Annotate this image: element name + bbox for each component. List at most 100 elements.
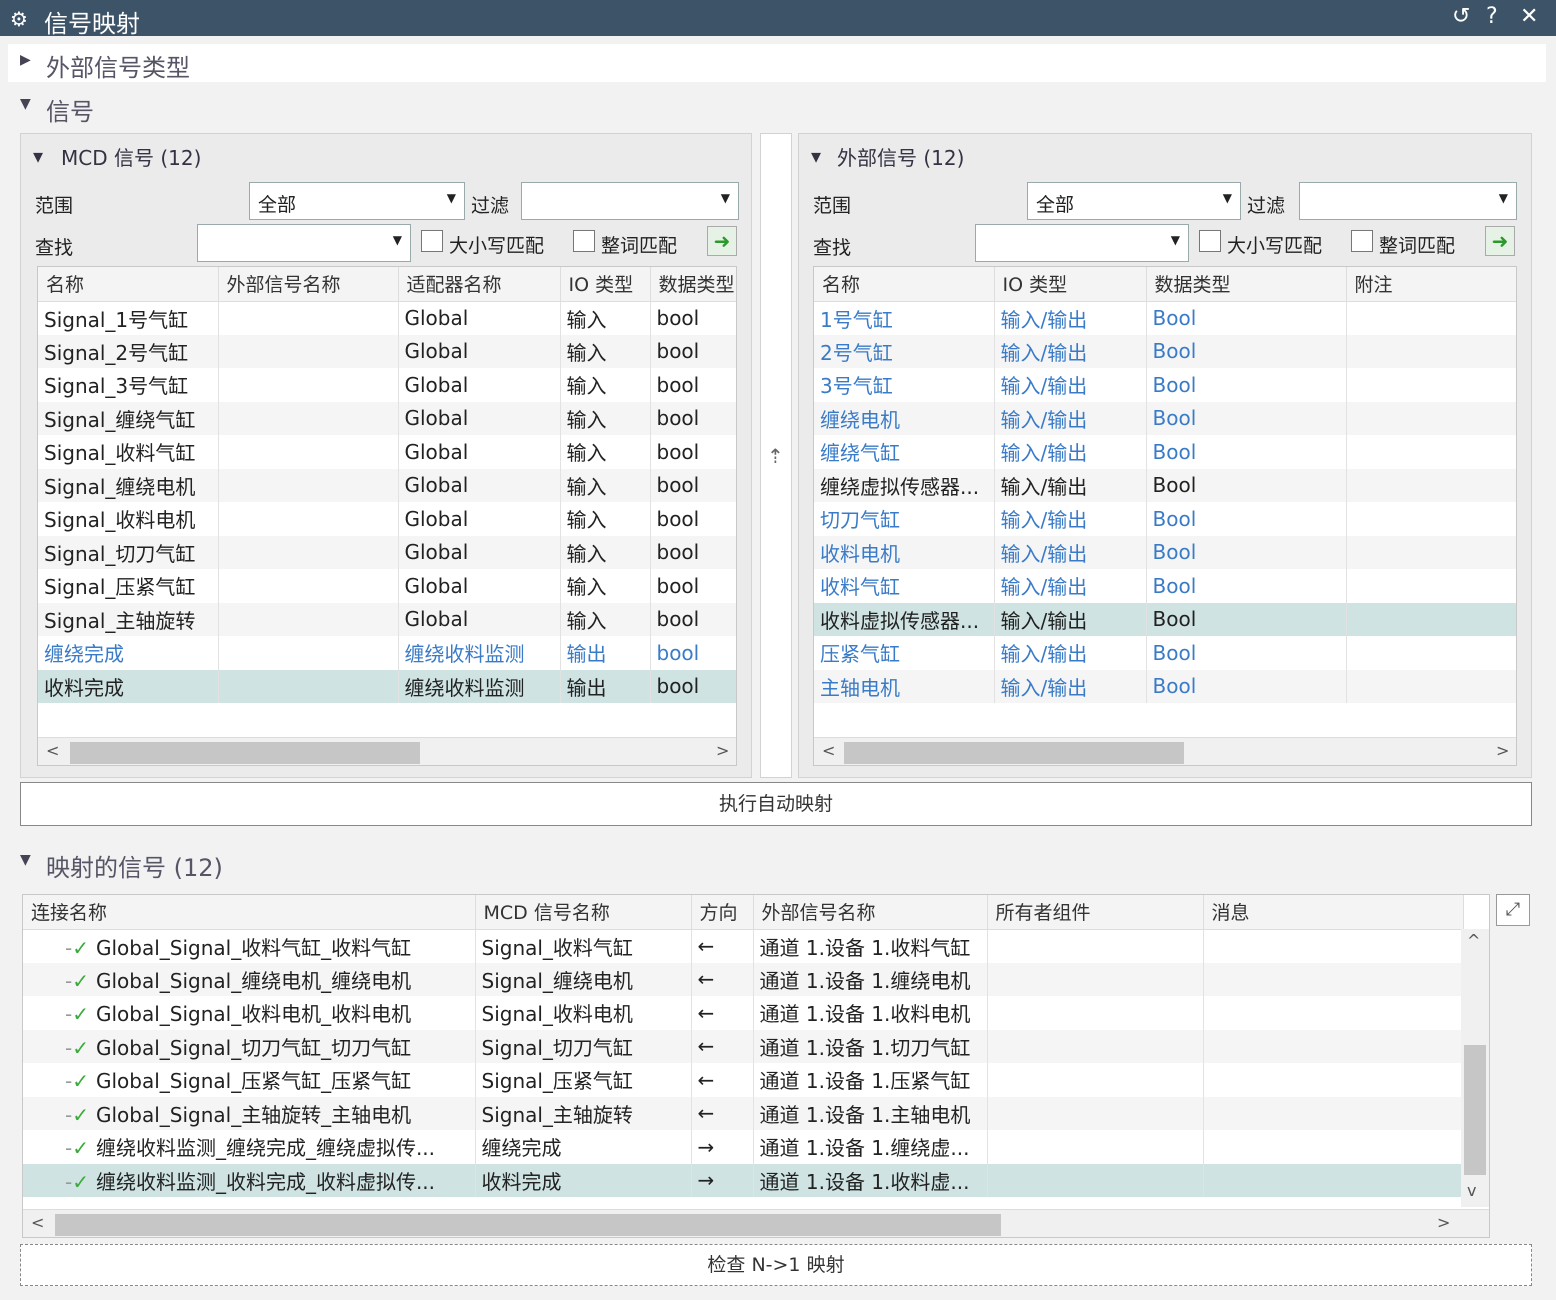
scroll-up-icon[interactable]: ^ <box>1467 931 1480 950</box>
column-header[interactable]: 外部信号名称 <box>218 267 399 302</box>
scroll-right-icon[interactable]: > <box>1437 1213 1450 1232</box>
whole-word-checkbox[interactable] <box>573 230 595 252</box>
table-cell: Bool <box>1146 502 1347 536</box>
table-row[interactable]: Signal_1号气缸 Global 输入 bool <box>38 301 736 335</box>
table-row[interactable]: -✓ Global_Signal_缠绕电机_缠绕电机 Signal_缠绕电机 ← 通道… <box>23 962 1464 996</box>
table-row[interactable]: Signal_主轴旋转 Global 输入 bool <box>38 602 736 636</box>
column-header[interactable]: IO 类型 <box>560 267 651 302</box>
table-row[interactable]: 2号气缸 输入/输出 Bool <box>814 334 1516 368</box>
table-row[interactable]: Signal_缠绕电机 Global 输入 bool <box>38 468 736 502</box>
column-header[interactable]: 数据类型 <box>1146 267 1347 302</box>
filter-select[interactable]: ▼ <box>521 182 739 220</box>
collapse-arrow-icon[interactable]: ▾ <box>33 144 43 168</box>
table-row[interactable]: -✓ Global_Signal_收料电机_收料电机 Signal_收料电机 ← 通道… <box>23 996 1464 1030</box>
scrollbar-thumb[interactable] <box>70 742 420 764</box>
scroll-down-icon[interactable]: v <box>1467 1181 1476 1200</box>
help-icon[interactable]: ? <box>1486 4 1498 29</box>
table-row[interactable]: 切刀气缸 输入/输出 Bool <box>814 502 1516 536</box>
table-cell: 通道 1.设备 1.缠绕电机 <box>753 962 988 996</box>
column-header[interactable]: 附注 <box>1346 267 1516 302</box>
scroll-right-icon[interactable]: > <box>716 741 729 760</box>
scroll-left-icon[interactable]: < <box>46 741 59 760</box>
section-mapped-signals[interactable]: ▼ 映射的信号 (12) <box>8 844 1546 882</box>
table-cell <box>218 435 399 469</box>
column-header[interactable]: 数据类型 <box>650 267 736 302</box>
horizontal-scrollbar[interactable]: < > <box>38 737 736 765</box>
expand-arrow-icon[interactable]: ▶ <box>20 52 31 68</box>
column-header[interactable]: 外部信号名称 <box>753 895 988 930</box>
column-settings-icon[interactable]: ⤢ <box>1496 894 1530 926</box>
section-signals[interactable]: ▼ 信号 <box>8 88 1546 126</box>
search-go-icon[interactable]: ➜ <box>707 226 737 256</box>
find-input[interactable]: ▼ <box>197 224 411 262</box>
table-row[interactable]: 1号气缸 输入/输出 Bool <box>814 301 1516 335</box>
table-row[interactable]: 压紧气缸 输入/输出 Bool <box>814 636 1516 670</box>
pin-icon[interactable]: ⇡ <box>767 444 784 468</box>
table-row[interactable]: Signal_收料气缸 Global 输入 bool <box>38 435 736 469</box>
table-row[interactable]: Signal_收料电机 Global 输入 bool <box>38 502 736 536</box>
scrollbar-thumb[interactable] <box>55 1214 1001 1236</box>
filter-select[interactable]: ▼ <box>1299 182 1517 220</box>
table-cell: 压紧气缸 <box>814 636 995 670</box>
table-row[interactable]: Signal_缠绕气缸 Global 输入 bool <box>38 401 736 435</box>
collapse-arrow-icon[interactable]: ▾ <box>811 144 821 168</box>
scope-select[interactable]: 全部 ▼ <box>249 182 465 220</box>
table-row[interactable]: -✓ Global_Signal_主轴旋转_主轴电机 Signal_主轴旋转 ← 通道… <box>23 1096 1464 1130</box>
table-row[interactable]: 收料气缸 输入/输出 Bool <box>814 569 1516 603</box>
scope-select[interactable]: 全部 ▼ <box>1027 182 1241 220</box>
collapse-arrow-icon[interactable]: ▼ <box>20 96 31 112</box>
table-row[interactable]: Signal_3号气缸 Global 输入 bool <box>38 368 736 402</box>
table-cell <box>987 1130 1204 1164</box>
close-icon[interactable]: ✕ <box>1520 4 1538 29</box>
column-header[interactable]: 方向 <box>691 895 754 930</box>
column-header[interactable]: 名称 <box>38 267 219 302</box>
table-cell: bool <box>650 468 736 502</box>
whole-word-checkbox[interactable] <box>1351 230 1373 252</box>
table-cell: Bool <box>1146 535 1347 569</box>
case-match-checkbox[interactable] <box>1199 230 1221 252</box>
find-input[interactable]: ▼ <box>975 224 1189 262</box>
table-row[interactable]: Signal_2号气缸 Global 输入 bool <box>38 334 736 368</box>
table-row[interactable]: 3号气缸 输入/输出 Bool <box>814 368 1516 402</box>
horizontal-scrollbar[interactable]: < > <box>814 737 1516 765</box>
vertical-scrollbar[interactable]: ^ v <box>1461 929 1489 1207</box>
column-header[interactable]: 连接名称 <box>23 895 476 930</box>
table-row[interactable]: 缠绕完成 缠绕收料监测 输出 bool <box>38 636 736 670</box>
column-header[interactable]: IO 类型 <box>994 267 1147 302</box>
table-row[interactable]: Signal_压紧气缸 Global 输入 bool <box>38 569 736 603</box>
table-row[interactable]: -✓ Global_Signal_压紧气缸_压紧气缸 Signal_压紧气缸 ← 通道… <box>23 1063 1464 1097</box>
table-row[interactable]: -✓ Global_Signal_切刀气缸_切刀气缸 Signal_切刀气缸 ← 通道… <box>23 1029 1464 1063</box>
table-row[interactable]: 缠绕虚拟传感器... 输入/输出 Bool <box>814 468 1516 502</box>
check-n-to-1-button[interactable]: 检查 N->1 映射 <box>20 1244 1532 1286</box>
table-row[interactable]: 缠绕气缸 输入/输出 Bool <box>814 435 1516 469</box>
table-row[interactable]: -✓ Global_Signal_收料气缸_收料气缸 Signal_收料气缸 ← 通道… <box>23 929 1464 963</box>
column-header[interactable]: MCD 信号名称 <box>475 895 692 930</box>
column-header[interactable]: 名称 <box>814 267 995 302</box>
scroll-left-icon[interactable]: < <box>822 741 835 760</box>
panel-splitter[interactable]: ⇡ <box>760 133 792 778</box>
section-external-signal-types[interactable]: ▶ 外部信号类型 <box>8 44 1546 82</box>
search-go-icon[interactable]: ➜ <box>1485 226 1515 256</box>
table-row[interactable]: -✓ 缠绕收料监测_缠绕完成_缠绕虚拟传... 缠绕完成 → 通道 1.设备 1.缠绕… <box>23 1130 1464 1164</box>
column-header[interactable]: 适配器名称 <box>398 267 561 302</box>
column-header[interactable]: 消息 <box>1203 895 1464 930</box>
scrollbar-thumb[interactable] <box>844 742 1184 764</box>
table-cell <box>218 602 399 636</box>
column-header[interactable]: 所有者组件 <box>987 895 1204 930</box>
case-match-checkbox[interactable] <box>421 230 443 252</box>
table-row[interactable]: 主轴电机 输入/输出 Bool <box>814 669 1516 703</box>
collapse-arrow-icon[interactable]: ▼ <box>20 852 31 868</box>
table-row[interactable]: 收料完成 缠绕收料监测 输出 bool <box>38 669 736 703</box>
table-row[interactable]: 收料虚拟传感器... 输入/输出 Bool <box>814 602 1516 636</box>
auto-map-button[interactable]: 执行自动映射 <box>20 782 1532 826</box>
horizontal-scrollbar[interactable]: < > <box>23 1209 1489 1237</box>
table-cell: 缠绕电机 <box>814 401 995 435</box>
table-row[interactable]: -✓ 缠绕收料监测_收料完成_收料虚拟传... 收料完成 → 通道 1.设备 1.收料… <box>23 1163 1464 1197</box>
table-row[interactable]: Signal_切刀气缸 Global 输入 bool <box>38 535 736 569</box>
table-row[interactable]: 收料电机 输入/输出 Bool <box>814 535 1516 569</box>
table-row[interactable]: 缠绕电机 输入/输出 Bool <box>814 401 1516 435</box>
scroll-left-icon[interactable]: < <box>31 1213 44 1232</box>
scrollbar-thumb[interactable] <box>1464 1045 1486 1175</box>
reset-icon[interactable]: ↺ <box>1452 4 1470 29</box>
scroll-right-icon[interactable]: > <box>1496 741 1509 760</box>
